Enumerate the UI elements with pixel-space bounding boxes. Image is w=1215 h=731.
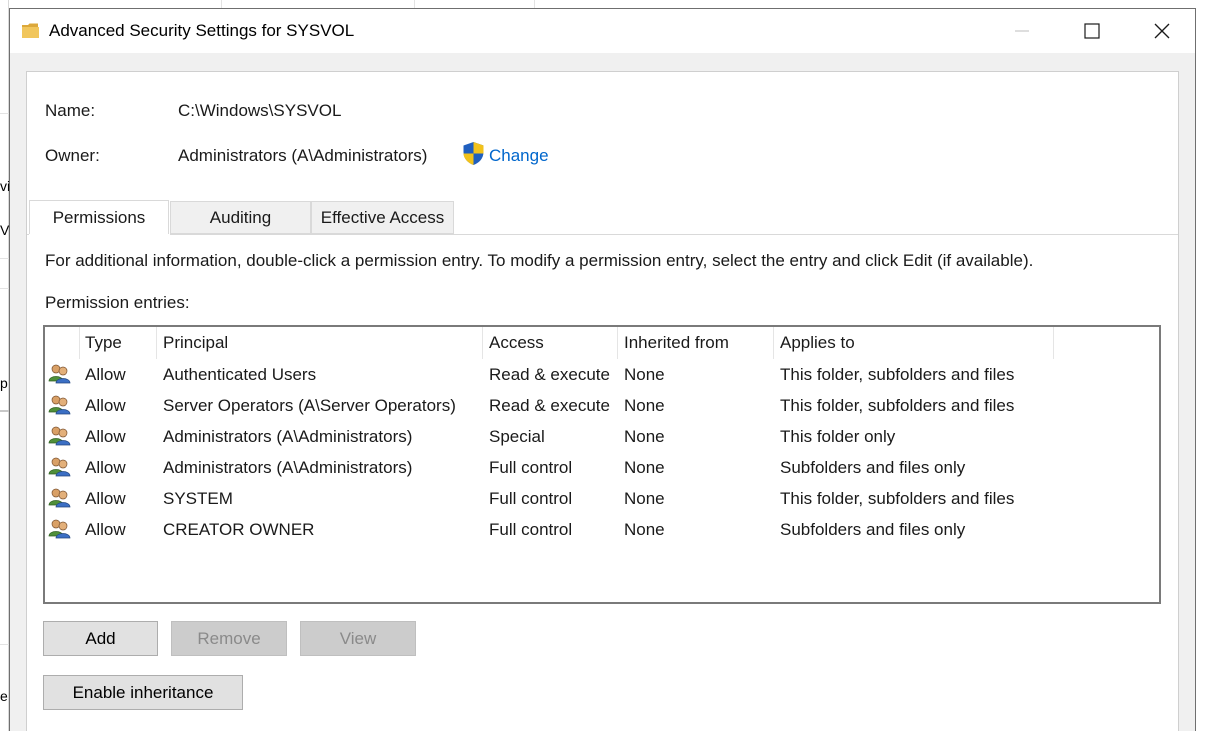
cell-type: Allow [85,364,126,384]
permission-entries-list[interactable]: Type Principal Access Inherited from App… [43,325,1161,604]
advanced-security-settings-dialog: Advanced Security Settings for SYSVOL Na… [9,8,1196,731]
cell-principal: Authenticated Users [163,364,317,384]
users-group-icon [48,395,71,415]
cell-inherited-from: None [624,457,665,477]
minimize-icon [1015,30,1029,32]
column-divider[interactable] [79,327,80,359]
cell-type: Allow [85,457,126,477]
tab-effective-access[interactable]: Effective Access [311,201,454,234]
cell-applies-to: Subfolders and files only [780,519,966,539]
dialog-client-area: Name: C:\Windows\SYSVOL Owner: Administr… [10,53,1195,731]
enable-inheritance-button[interactable]: Enable inheritance [43,675,243,710]
cell-principal: CREATOR OWNER [163,519,315,539]
column-header-applies-to[interactable]: Applies to [774,327,1054,359]
close-button[interactable] [1127,9,1197,53]
cell-inherited-from: None [624,364,665,384]
column-header-access[interactable]: Access [483,327,618,359]
cell-principal: SYSTEM [163,488,233,508]
table-row[interactable]: Allow Administrators (A\Administrators) Sp… [45,421,1159,452]
cell-applies-to: This folder only [780,426,896,446]
users-group-icon [48,488,71,508]
maximize-icon [1084,23,1100,39]
cell-access: Full control [489,519,573,539]
tab-strip-line [27,234,29,235]
cell-type: Allow [85,426,126,446]
users-group-icon [48,426,71,446]
cell-access: Full control [489,488,573,508]
tab-permissions[interactable]: Permissions [29,200,169,234]
remove-button[interactable]: Remove [171,621,287,656]
cell-type: Allow [85,488,126,508]
cell-type: Allow [85,519,126,539]
cell-access: Read & execute [489,395,610,415]
background-text-fragment: vi [0,178,9,194]
change-owner-link[interactable]: Change [489,146,549,166]
cell-inherited-from: None [624,426,665,446]
table-row[interactable]: Allow Administrators (A\Administrators) Fu… [45,452,1159,483]
view-button[interactable]: View [300,621,416,656]
uac-shield-icon [463,142,484,165]
cell-access: Read & execute [489,364,610,384]
tab-auditing[interactable]: Auditing [170,201,311,234]
settings-panel: Name: C:\Windows\SYSVOL Owner: Administr… [26,71,1179,731]
background-window-top [9,0,1195,8]
cell-principal: Administrators (A\Administrators) [163,457,413,477]
cell-principal: Server Operators (A\Server Operators) [163,395,456,415]
cell-applies-to: This folder, subfolders and files [780,488,1015,508]
background-text-fragment: e [0,688,8,704]
users-group-icon [48,519,71,539]
cell-applies-to: Subfolders and files only [780,457,966,477]
cell-access: Full control [489,457,573,477]
cell-principal: Administrators (A\Administrators) [163,426,413,446]
users-group-icon [48,457,71,477]
minimize-button[interactable] [987,9,1057,53]
add-button[interactable]: Add [43,621,158,656]
cell-inherited-from: None [624,488,665,508]
owner-label: Owner: [45,146,100,165]
name-label: Name: [45,101,96,120]
users-group-icon [48,364,71,384]
table-row[interactable]: Allow SYSTEM Full control None This folder, … [45,483,1159,514]
window-title: Advanced Security Settings for SYSVOL [49,21,355,40]
column-header-principal[interactable]: Principal [157,327,483,359]
cell-applies-to: This folder, subfolders and files [780,395,1015,415]
column-header-type[interactable]: Type [79,327,157,359]
folder-icon [22,23,39,38]
owner-value: Administrators (A\Administrators) [178,146,428,165]
column-divider[interactable] [1053,327,1054,359]
background-window-strip: vi V p e [0,0,9,731]
permission-entries-label: Permission entries: [45,293,190,312]
cell-inherited-from: None [624,519,665,539]
cell-inherited-from: None [624,395,665,415]
column-header-inherited-from[interactable]: Inherited from [618,327,774,359]
table-row[interactable]: Allow Authenticated Users Read & execute No… [45,359,1159,390]
close-icon [1154,23,1170,39]
maximize-button[interactable] [1057,9,1127,53]
background-text-fragment: p [0,375,8,391]
cell-access: Special [489,426,545,446]
title-bar[interactable]: Advanced Security Settings for SYSVOL [10,9,1195,53]
table-row[interactable]: Allow Server Operators (A\Server Operator… [45,390,1159,421]
table-row[interactable]: Allow CREATOR OWNER Full control None Subfol… [45,514,1159,545]
cell-type: Allow [85,395,126,415]
background-text-fragment: V [0,222,9,238]
instructions-text: For additional information, double-click… [45,251,1034,270]
name-value: C:\Windows\SYSVOL [178,101,342,120]
cell-applies-to: This folder, subfolders and files [780,364,1015,384]
tab-strip-line [170,234,1178,235]
